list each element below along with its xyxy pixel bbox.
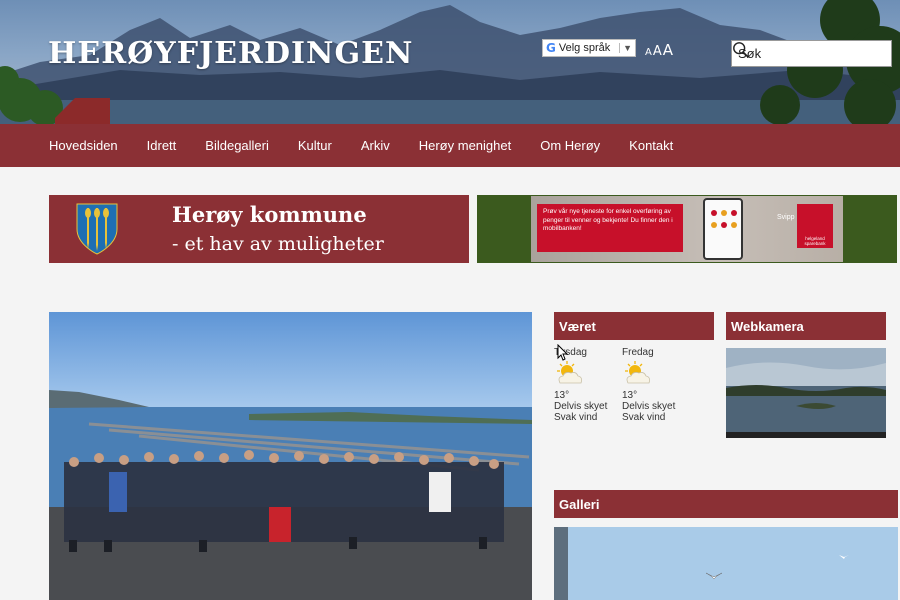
webcam-image[interactable]: [726, 348, 886, 438]
people-group: [64, 450, 504, 552]
site-title[interactable]: HERØYFJERDINGEN: [48, 36, 413, 71]
bank-ad-banner[interactable]: Prøv vår nye tjeneste for enkel overføri…: [477, 195, 897, 263]
header-banner: HERØYFJERDINGEN G Velg språk ▼ AAA: [0, 0, 900, 124]
gallery-photo: [554, 527, 898, 600]
weather-temp: 13°: [622, 390, 638, 401]
banner-subtitle: - et hav av muligheter: [172, 233, 384, 255]
search-input[interactable]: [732, 46, 862, 61]
nav-item-hovedsiden[interactable]: Hovedsiden: [49, 138, 118, 153]
group-photo-image: [49, 312, 532, 600]
bank-logo: helgeland sparebank: [797, 204, 833, 248]
search-icon[interactable]: [732, 41, 750, 59]
font-size-small-button[interactable]: A: [645, 47, 652, 58]
language-selector[interactable]: G Velg språk ▼: [542, 39, 636, 57]
banner-title: Herøy kommune: [172, 202, 367, 227]
coat-of-arms-icon: [76, 203, 118, 255]
mouse-cursor-icon: [557, 344, 569, 361]
gallery-heading: Galleri: [554, 490, 898, 518]
partly-cloudy-icon: [625, 361, 650, 384]
weather-temp: 13°: [554, 390, 570, 401]
nav-item-om-heroy[interactable]: Om Herøy: [540, 138, 600, 153]
weather-day-2: Fredag 13° Delvis skyet Svak vind: [622, 347, 675, 423]
main-navigation: Hovedsiden Idrett Bildegalleri Kultur Ar…: [0, 124, 900, 167]
webcam-heading: Webkamera: [726, 312, 886, 340]
featured-photo[interactable]: [49, 312, 532, 600]
weather-day-label: Fredag: [622, 347, 654, 358]
font-size-large-button[interactable]: A: [663, 41, 673, 59]
search-box: [731, 40, 892, 67]
partly-cloudy-icon: [557, 361, 582, 384]
weather-wind: Svak vind: [554, 412, 598, 423]
nav-item-kultur[interactable]: Kultur: [298, 138, 332, 153]
gallery-image[interactable]: [554, 527, 898, 600]
weather-heading: Været: [554, 312, 714, 340]
font-size-controls: AAA: [645, 40, 674, 59]
nav-item-heroy-menighet[interactable]: Herøy menighet: [419, 138, 511, 153]
language-selector-label: Velg språk: [558, 42, 611, 54]
google-icon: G: [546, 41, 556, 55]
webcam-photo: [726, 348, 886, 438]
ad-text: Prøv vår nye tjeneste for enkel overføri…: [537, 204, 683, 252]
weather-sky: Delvis skyet: [622, 401, 676, 412]
nav-item-idrett[interactable]: Idrett: [147, 138, 177, 153]
nav-item-arkiv[interactable]: Arkiv: [361, 138, 390, 153]
ad-image: Prøv vår nye tjeneste for enkel overføri…: [531, 196, 843, 262]
weather-wind: Svak vind: [622, 412, 666, 423]
phone-icon: [703, 198, 743, 260]
weather-sky: Delvis skyet: [554, 401, 608, 412]
heroy-kommune-banner[interactable]: Herøy kommune - et hav av muligheter: [49, 195, 469, 263]
chevron-down-icon: ▼: [619, 43, 632, 53]
nav-item-kontakt[interactable]: Kontakt: [629, 138, 673, 153]
nav-item-bildegalleri[interactable]: Bildegalleri: [205, 138, 269, 153]
font-size-medium-button[interactable]: A: [653, 44, 662, 59]
